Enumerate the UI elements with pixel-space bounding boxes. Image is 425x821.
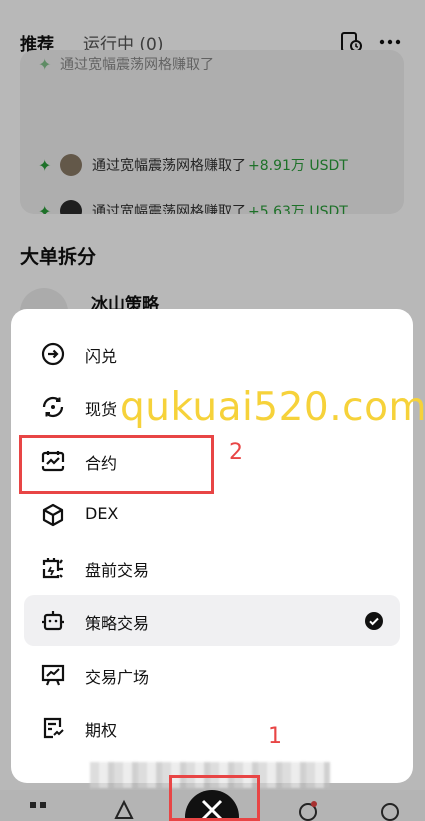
menu-item-strategy-trading[interactable]: 策略交易 <box>24 595 400 646</box>
options-icon <box>40 715 66 741</box>
menu-item-label: 交易广场 <box>85 668 150 687</box>
checkmark-icon <box>365 612 383 630</box>
menu-item-label: 盘前交易 <box>85 561 150 580</box>
annotation-box-futures <box>19 435 214 494</box>
flash-swap-icon <box>40 341 66 367</box>
annotation-number-1: 1 <box>268 724 282 749</box>
menu-item-label: 策略交易 <box>85 614 150 633</box>
pre-market-icon <box>40 555 66 581</box>
menu-item-label: 闪兑 <box>85 347 118 366</box>
trading-square-icon <box>40 662 66 688</box>
menu-item-label: 现货 <box>85 400 118 419</box>
watermark-text: qukuai520.com <box>120 385 425 430</box>
menu-item-label: 期权 <box>85 721 118 740</box>
spot-icon <box>40 394 66 420</box>
menu-item-flash-swap[interactable]: 闪兑 <box>24 328 400 379</box>
annotation-number-2: 2 <box>229 440 243 465</box>
menu-item-trading-square[interactable]: 交易广场 <box>24 649 400 700</box>
trade-menu-sheet: 闪兑 现货 合约 DEX 盘前交易 策略交易 交易广场 期权 <box>11 309 413 783</box>
menu-item-options[interactable]: 期权 <box>24 702 400 753</box>
menu-item-label: DEX <box>85 504 119 523</box>
menu-item-dex[interactable]: DEX <box>24 489 400 540</box>
menu-item-pre-market[interactable]: 盘前交易 <box>24 542 400 593</box>
strategy-bot-icon <box>40 608 66 634</box>
dex-cube-icon <box>40 502 66 528</box>
annotation-box-close <box>169 775 260 821</box>
